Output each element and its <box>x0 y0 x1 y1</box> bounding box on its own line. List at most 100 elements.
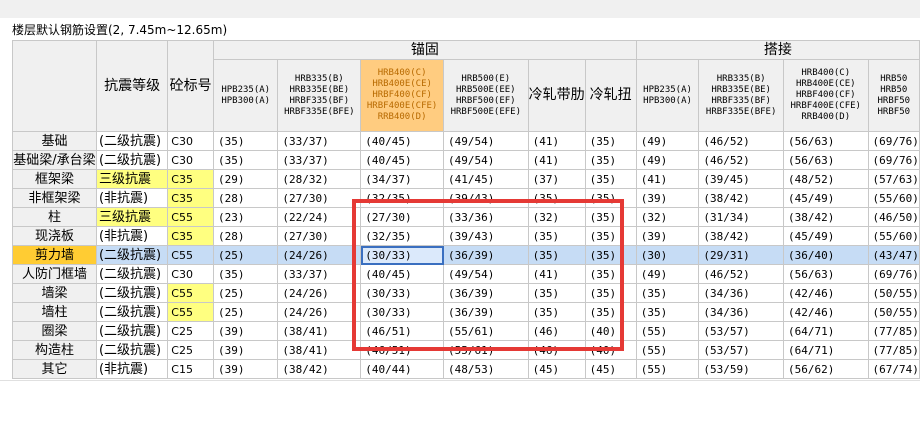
row-name[interactable]: 框架梁 <box>12 169 97 189</box>
anchor-cell[interactable]: (32/35) <box>360 188 445 208</box>
anchor-cell[interactable]: (34/37) <box>360 169 445 189</box>
anchor-cell[interactable]: (41/45) <box>443 169 529 189</box>
lap-cell[interactable]: (38/42) <box>698 188 784 208</box>
anchor-cell[interactable]: (41) <box>527 150 586 170</box>
anchor-cell[interactable]: (40/44) <box>360 359 445 379</box>
lap-cell[interactable]: (64/71) <box>782 321 869 341</box>
seismic-cell[interactable]: (二级抗震) <box>95 264 169 284</box>
anchor-cell[interactable]: (35) <box>212 131 279 151</box>
anchor-cell[interactable]: (32/35) <box>360 226 445 246</box>
anchor-cell[interactable]: (35) <box>584 131 637 151</box>
anchor-cell[interactable]: (40/45) <box>360 131 445 151</box>
concrete-cell[interactable]: C25 <box>167 340 214 360</box>
anchor-cell[interactable]: (46/51) <box>360 340 445 360</box>
anchor-cell[interactable]: (25) <box>212 302 279 322</box>
anchor-cold-ribbed-header[interactable]: 冷轧带肋 <box>527 59 586 132</box>
anchor-cell[interactable]: (30/33) <box>360 302 445 322</box>
concrete-cell[interactable]: C30 <box>167 150 214 170</box>
anchor-cell[interactable]: (35) <box>584 169 637 189</box>
anchor-cell[interactable]: (39) <box>212 321 279 341</box>
lap-cell[interactable]: (39/45) <box>698 169 784 189</box>
lap-steel-header[interactable]: HRB50 HRB50 HRBF50 HRBF50 <box>867 59 920 132</box>
lap-cell[interactable]: (56/63) <box>782 264 869 284</box>
lap-cell[interactable]: (42/46) <box>782 302 869 322</box>
anchor-cell[interactable]: (40) <box>584 321 637 341</box>
lap-cell[interactable]: (67/74) <box>867 359 920 379</box>
row-name[interactable]: 墙梁 <box>12 283 97 303</box>
lap-cell[interactable]: (49) <box>635 150 700 170</box>
anchor-cell[interactable]: (35) <box>584 283 637 303</box>
anchor-cell[interactable]: (35) <box>527 245 586 265</box>
anchor-cell[interactable]: (35) <box>584 188 637 208</box>
concrete-cell[interactable]: C55 <box>167 302 214 322</box>
anchor-cell[interactable]: (35) <box>584 207 637 227</box>
anchor-cell[interactable]: (35) <box>584 245 637 265</box>
lap-cell[interactable]: (38/42) <box>698 226 784 246</box>
lap-cell[interactable]: (46/50) <box>867 207 920 227</box>
lap-cell[interactable]: (43/47) <box>867 245 920 265</box>
anchor-cell[interactable]: (35) <box>584 150 637 170</box>
row-name[interactable]: 人防门框墙 <box>12 264 97 284</box>
lap-cell[interactable]: (45/49) <box>782 226 869 246</box>
seismic-cell[interactable]: (二级抗震) <box>95 150 169 170</box>
seismic-cell[interactable]: (二级抗震) <box>95 131 169 151</box>
anchor-cell[interactable]: (24/26) <box>277 245 362 265</box>
lap-cell[interactable]: (34/36) <box>698 302 784 322</box>
concrete-cell[interactable]: C30 <box>167 264 214 284</box>
row-name[interactable]: 其它 <box>12 359 97 379</box>
anchor-cell[interactable]: (36/39) <box>443 302 529 322</box>
lap-cell[interactable]: (55/60) <box>867 188 920 208</box>
seismic-cell[interactable]: (二级抗震) <box>95 340 169 360</box>
seismic-cell[interactable]: (二级抗震) <box>95 245 169 265</box>
anchor-cell[interactable]: (49/54) <box>443 264 529 284</box>
lap-cell[interactable]: (30) <box>635 245 700 265</box>
rebar-settings-grid[interactable]: 抗震等级 砼标号 锚固 搭接 HPB235(A) HPB300(A) HRB33… <box>12 40 920 380</box>
anchor-cell[interactable]: (40) <box>584 340 637 360</box>
anchor-cell[interactable]: (35) <box>527 226 586 246</box>
lap-cell[interactable]: (55) <box>635 340 700 360</box>
anchor-cell[interactable]: (27/30) <box>277 226 362 246</box>
anchor-cell[interactable]: (28) <box>212 188 279 208</box>
anchor-cell[interactable]: (30/33) <box>360 283 445 303</box>
concrete-cell[interactable]: C35 <box>167 226 214 246</box>
anchor-cell[interactable]: (55/61) <box>443 321 529 341</box>
lap-cell[interactable]: (39) <box>635 226 700 246</box>
lap-steel-header[interactable]: HRB335(B) HRB335E(BE) HRBF335(BF) HRBF33… <box>698 59 784 132</box>
anchor-cell[interactable]: (22/24) <box>277 207 362 227</box>
seismic-cell[interactable]: 三级抗震 <box>95 207 169 227</box>
anchor-cell[interactable]: (35) <box>584 264 637 284</box>
lap-cell[interactable]: (55) <box>635 321 700 341</box>
seismic-cell[interactable]: (二级抗震) <box>95 283 169 303</box>
lap-cell[interactable]: (53/59) <box>698 359 784 379</box>
lap-cell[interactable]: (42/46) <box>782 283 869 303</box>
row-name[interactable]: 柱 <box>12 207 97 227</box>
row-name[interactable]: 构造柱 <box>12 340 97 360</box>
concrete-cell[interactable]: C25 <box>167 321 214 341</box>
anchor-cell[interactable]: (25) <box>212 283 279 303</box>
anchor-cell[interactable]: (45) <box>584 359 637 379</box>
lap-cell[interactable]: (56/62) <box>782 359 869 379</box>
lap-cell[interactable]: (32) <box>635 207 700 227</box>
anchor-cell[interactable]: (48/53) <box>443 359 529 379</box>
anchor-cell[interactable]: (39) <box>212 340 279 360</box>
anchor-cell[interactable]: (55/61) <box>443 340 529 360</box>
anchor-cell[interactable]: (32) <box>527 207 586 227</box>
lap-cell[interactable]: (46/52) <box>698 264 784 284</box>
anchor-cell[interactable]: (33/37) <box>277 150 362 170</box>
lap-cell[interactable]: (31/34) <box>698 207 784 227</box>
lap-cell[interactable]: (49) <box>635 264 700 284</box>
row-name[interactable]: 墙柱 <box>12 302 97 322</box>
lap-cell[interactable]: (46/52) <box>698 150 784 170</box>
lap-cell[interactable]: (64/71) <box>782 340 869 360</box>
lap-cell[interactable]: (29/31) <box>698 245 784 265</box>
row-name[interactable]: 基础 <box>12 131 97 151</box>
concrete-cell[interactable]: C35 <box>167 188 214 208</box>
lap-steel-header[interactable]: HRB400(C) HRB400E(CE) HRBF400(CF) HRBF40… <box>782 59 869 132</box>
lap-cell[interactable]: (77/85) <box>867 340 920 360</box>
row-name[interactable]: 非框架梁 <box>12 188 97 208</box>
anchor-cell[interactable]: (35) <box>527 302 586 322</box>
seismic-cell[interactable]: (非抗震) <box>95 226 169 246</box>
seismic-cell[interactable]: (二级抗震) <box>95 302 169 322</box>
anchor-cell[interactable]: (49/54) <box>443 150 529 170</box>
lap-cell[interactable]: (35) <box>635 302 700 322</box>
